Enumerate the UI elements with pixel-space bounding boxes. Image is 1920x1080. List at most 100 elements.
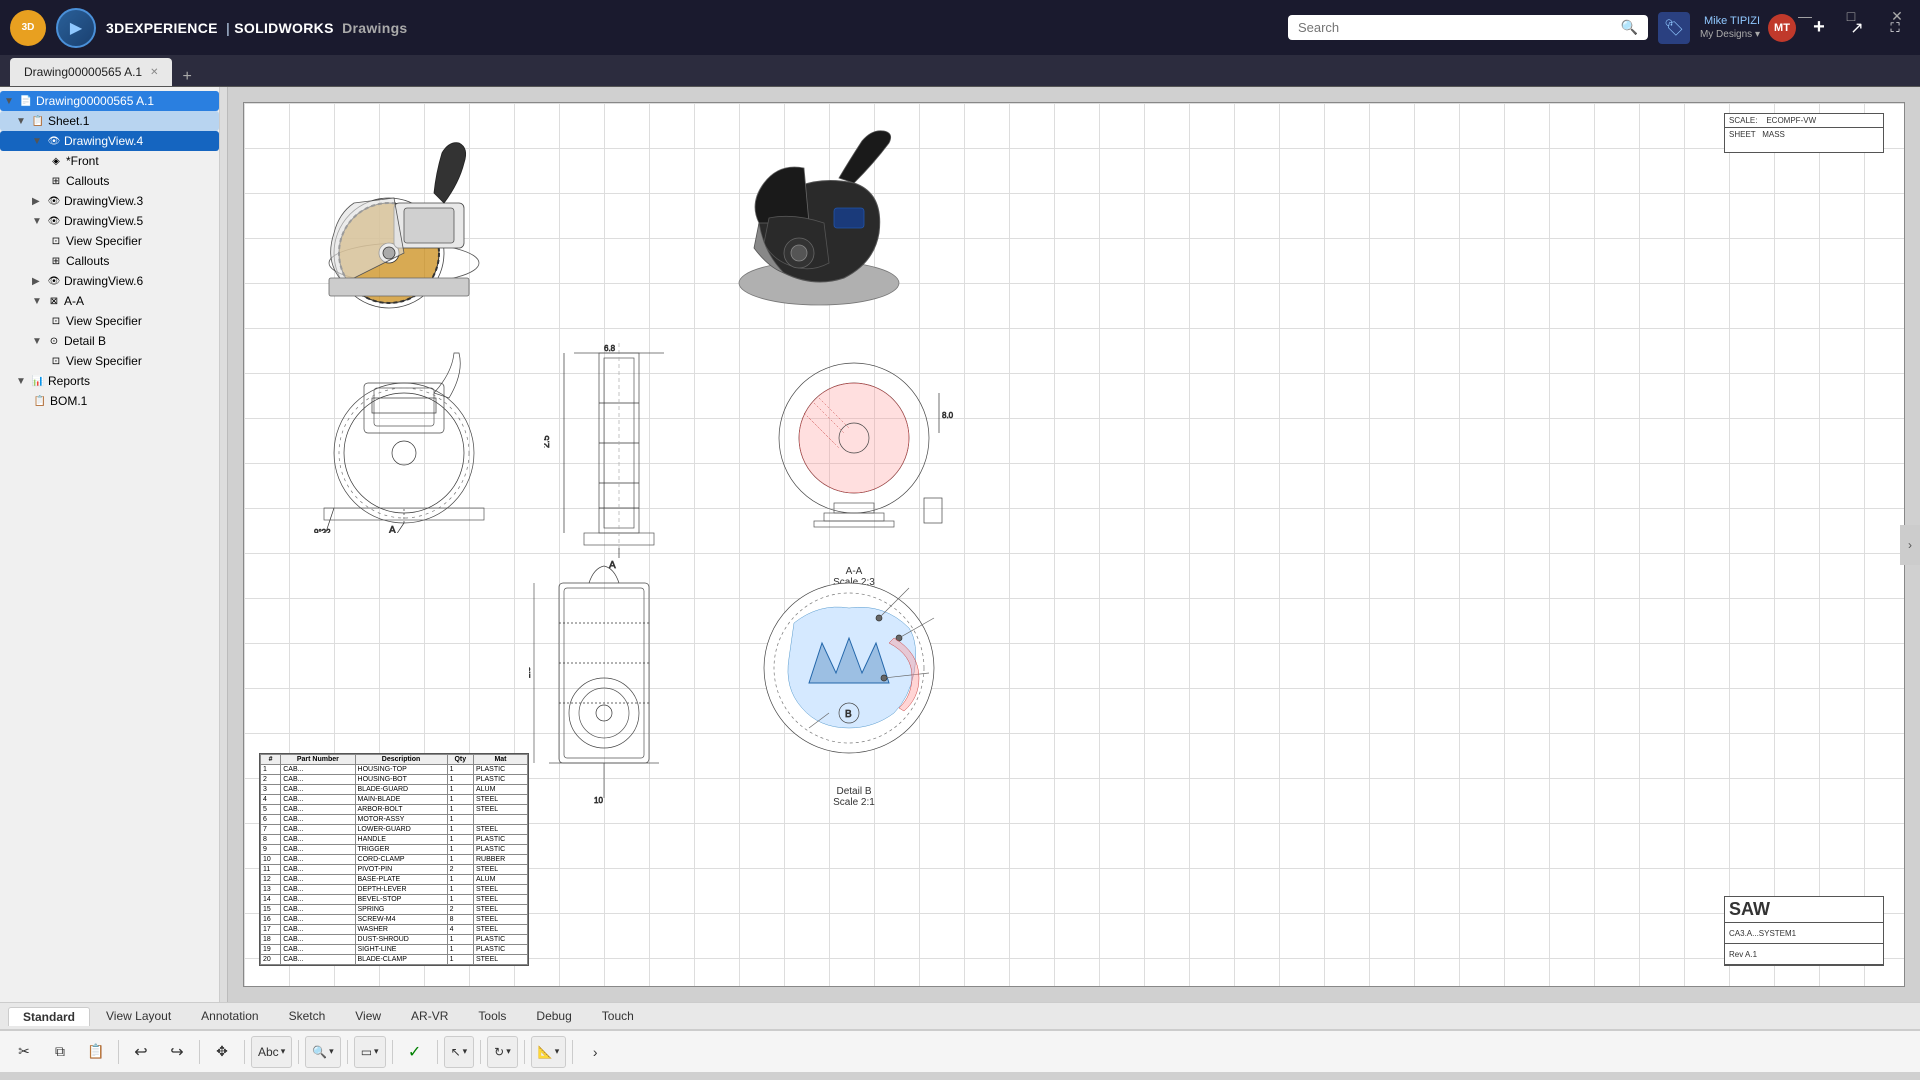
sidebar-item-viewspec2[interactable]: ⊡ View Specifier [0, 311, 219, 331]
tabbar: Drawing00000565 A.1 ✕ + [0, 55, 1920, 87]
view-icon: 👁 [46, 133, 62, 149]
bom-cell [473, 815, 527, 825]
title-block-top: SCALE: ECOMPF-VW SHEET MASS [1724, 113, 1884, 153]
cut-button[interactable]: ✂ [8, 1036, 40, 1068]
check-button[interactable]: ✓ [399, 1036, 431, 1068]
tab-debug[interactable]: Debug [522, 1007, 585, 1025]
bom-cell: 11 [261, 865, 281, 875]
rotate-button[interactable]: ↻ ▾ [487, 1036, 518, 1068]
bom-cell: LOWER-GUARD [355, 825, 447, 835]
separator4 [298, 1040, 299, 1064]
sidebar-item-bom1[interactable]: 📋 BOM.1 [0, 391, 219, 411]
separator3 [244, 1040, 245, 1064]
search-bar[interactable]: 🔍 [1288, 15, 1648, 40]
sheet-icon: 📋 [30, 113, 46, 129]
sidebar-item-drawingview3[interactable]: ▶ 👁 DrawingView.3 [0, 191, 219, 211]
title-info-row2: Rev A.1 [1725, 944, 1883, 965]
bom-cell: STEEL [473, 825, 527, 835]
sidebar-item-reports[interactable]: ▼ 📊 Reports [0, 371, 219, 391]
tab-view[interactable]: View [341, 1007, 395, 1025]
sidebar-resize-handle[interactable] [220, 87, 228, 1002]
bom-cell: 13 [261, 885, 281, 895]
section-icon: ⊠ [46, 293, 62, 309]
tree-root[interactable]: ▼ 📄 Drawing00000565 A.1 [0, 91, 219, 111]
rotate-dropdown-icon: ▾ [506, 1046, 511, 1057]
bom-cell: MOTOR-ASSY [355, 815, 447, 825]
bom-cell: 1 [261, 765, 281, 775]
minimize-button[interactable]: — [1782, 0, 1828, 32]
tab-arvr[interactable]: AR-VR [397, 1007, 462, 1025]
canvas-area[interactable]: SCALE: ECOMPF-VW SHEET MASS SAW CA3.A...… [228, 87, 1920, 1002]
sidebar-item-front[interactable]: ◈ *Front [0, 151, 219, 171]
text-button[interactable]: Abc ▾ [251, 1036, 292, 1068]
tab-sketch[interactable]: Sketch [275, 1007, 340, 1025]
move-button[interactable]: ✥ [206, 1036, 238, 1068]
maximize-button[interactable]: □ [1828, 0, 1874, 32]
bom-cell: 8 [447, 915, 473, 925]
sidebar-item-sheet1[interactable]: ▼ 📋 Sheet.1 [0, 111, 219, 131]
search-input[interactable] [1298, 20, 1615, 35]
close-button[interactable]: ✕ [1874, 0, 1920, 32]
search-icon[interactable]: 🔍 [1621, 19, 1638, 36]
bom-cell: ARBOR-BOLT [355, 805, 447, 815]
bom-cell: WASHER [355, 925, 447, 935]
viewspec-icon: ⊡ [48, 353, 64, 369]
expand-panel-button[interactable]: › [1900, 525, 1920, 565]
svg-text:9°22: 9°22 [314, 528, 331, 533]
play-button[interactable]: ▶ [56, 8, 96, 48]
saw-section-view: 2.5 A 6.8 [544, 343, 694, 573]
cursor-button[interactable]: ↖ ▾ [444, 1036, 475, 1068]
bom-cell: HANDLE [355, 835, 447, 845]
viewspec2-label: View Specifier [66, 314, 142, 328]
sidebar: ▼ 📄 Drawing00000565 A.1 ▼ 📋 Sheet.1 ▼ 👁 … [0, 87, 220, 1002]
sidebar-item-drawingview5[interactable]: ▼ 👁 DrawingView.5 [0, 211, 219, 231]
redo-button[interactable]: ↪ [161, 1036, 193, 1068]
document-icon: 📄 [18, 93, 34, 109]
bom-row: 6CAB...MOTOR-ASSY1 [261, 815, 528, 825]
tab-tools[interactable]: Tools [464, 1007, 520, 1025]
text-dropdown-icon: ▾ [281, 1046, 286, 1057]
tab-annotation[interactable]: Annotation [187, 1007, 272, 1025]
callouts2-label: Callouts [66, 254, 109, 268]
bom-cell: PLASTIC [473, 765, 527, 775]
sidebar-item-viewspec1[interactable]: ⊡ View Specifier [0, 231, 219, 251]
tab-label: Drawing00000565 A.1 [24, 65, 142, 79]
zoom-dropdown-icon: ▾ [329, 1046, 334, 1057]
sidebar-item-callouts1[interactable]: ⊞ Callouts [0, 171, 219, 191]
bom-row: 14CAB...BEVEL-STOP1STEEL [261, 895, 528, 905]
bom-row: 4CAB...MAIN-BLADE1STEEL [261, 795, 528, 805]
title-block-bottom: SAW CA3.A...SYSTEM1 Rev A.1 [1724, 896, 1884, 966]
bom-cell: HOUSING-BOT [355, 775, 447, 785]
saw-bottom-view: 2.5 10 [529, 563, 694, 813]
tab-close-icon[interactable]: ✕ [150, 67, 158, 78]
tab-viewlayout[interactable]: View Layout [92, 1007, 185, 1025]
sidebar-item-drawingview6[interactable]: ▶ 👁 DrawingView.6 [0, 271, 219, 291]
bom-cell: PLASTIC [473, 835, 527, 845]
measure-button[interactable]: 📐 ▾ [531, 1036, 566, 1068]
bom-col-qty: Qty [447, 755, 473, 765]
copy-button[interactable]: ⧉ [44, 1036, 76, 1068]
undo-button[interactable]: ↩ [125, 1036, 157, 1068]
tab-standard[interactable]: Standard [8, 1007, 90, 1026]
tab-drawing[interactable]: Drawing00000565 A.1 ✕ [10, 58, 172, 86]
svg-text:B: B [845, 709, 852, 720]
sidebar-item-drawingview4[interactable]: ▼ 👁 DrawingView.4 [0, 131, 219, 151]
bom-cell: CAB... [281, 915, 355, 925]
more-button[interactable]: › [579, 1036, 611, 1068]
bom-cell: 1 [447, 835, 473, 845]
bom-cell: 1 [447, 765, 473, 775]
sidebar-item-callouts2[interactable]: ⊞ Callouts [0, 251, 219, 271]
bookmark-button[interactable]: 🏷 [1658, 12, 1690, 44]
tab-touch[interactable]: Touch [588, 1007, 648, 1025]
bom-col-num: # [261, 755, 281, 765]
bom-cell: 1 [447, 945, 473, 955]
sidebar-item-aa[interactable]: ▼ ⊠ A-A [0, 291, 219, 311]
bom-cell: 7 [261, 825, 281, 835]
bom-cell: ALUM [473, 875, 527, 885]
grid-button[interactable]: ▭ ▾ [354, 1036, 386, 1068]
paste-button[interactable]: 📋 [80, 1036, 112, 1068]
add-tab-button[interactable]: + [174, 68, 199, 86]
sidebar-item-detailb[interactable]: ▼ ⊙ Detail B [0, 331, 219, 351]
zoom-button[interactable]: 🔍 ▾ [305, 1036, 340, 1068]
sidebar-item-viewspec3[interactable]: ⊡ View Specifier [0, 351, 219, 371]
